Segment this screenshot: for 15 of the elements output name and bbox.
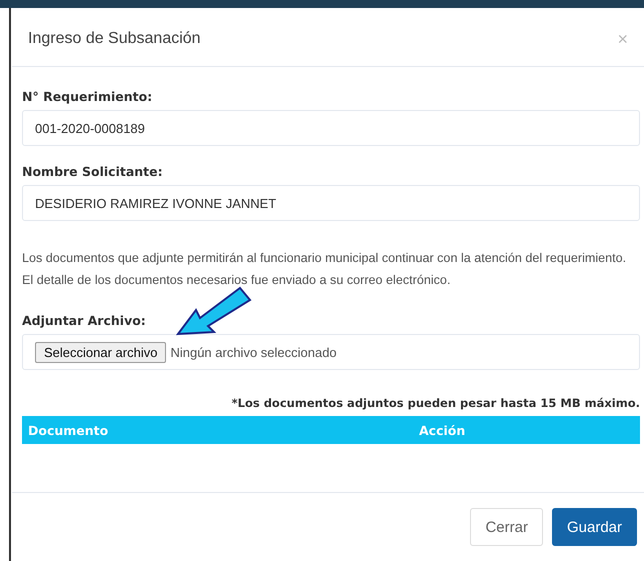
field-label: Adjuntar Archivo: (22, 313, 147, 328)
file-field[interactable]: Seleccionar archivo Ningún archivo seleccionado (22, 334, 640, 370)
text-field[interactable]: 001-2020-0008189 (22, 110, 640, 146)
size-note: *Los documentos adjuntos pueden pesar hasta 15 MB máximo. (230, 396, 640, 410)
column-header: Acción (418, 422, 466, 438)
field-label: N° Requerimiento: (22, 89, 154, 104)
choose-file-button[interactable]: Seleccionar archivo (35, 342, 166, 362)
notice-text: Los documentos que adjunte permitirán al funcionario municipal continuar con la atención del requerimiento. El detalle de los documentos necesarios fue enviado a su correo electrónico. (22, 250, 628, 289)
column-header: Documento (27, 422, 110, 438)
dialog-title: Ingreso de Subsanación (28, 30, 202, 48)
file-status: Ningún archivo seleccionado (170, 344, 337, 360)
close-button[interactable]: Cerrar (470, 508, 543, 546)
text-field[interactable]: DESIDERIO RAMIREZ IVONNE JANNET (22, 185, 640, 221)
save-button[interactable]: Guardar (552, 508, 637, 546)
field-label: Nombre Solicitante: (22, 164, 164, 179)
